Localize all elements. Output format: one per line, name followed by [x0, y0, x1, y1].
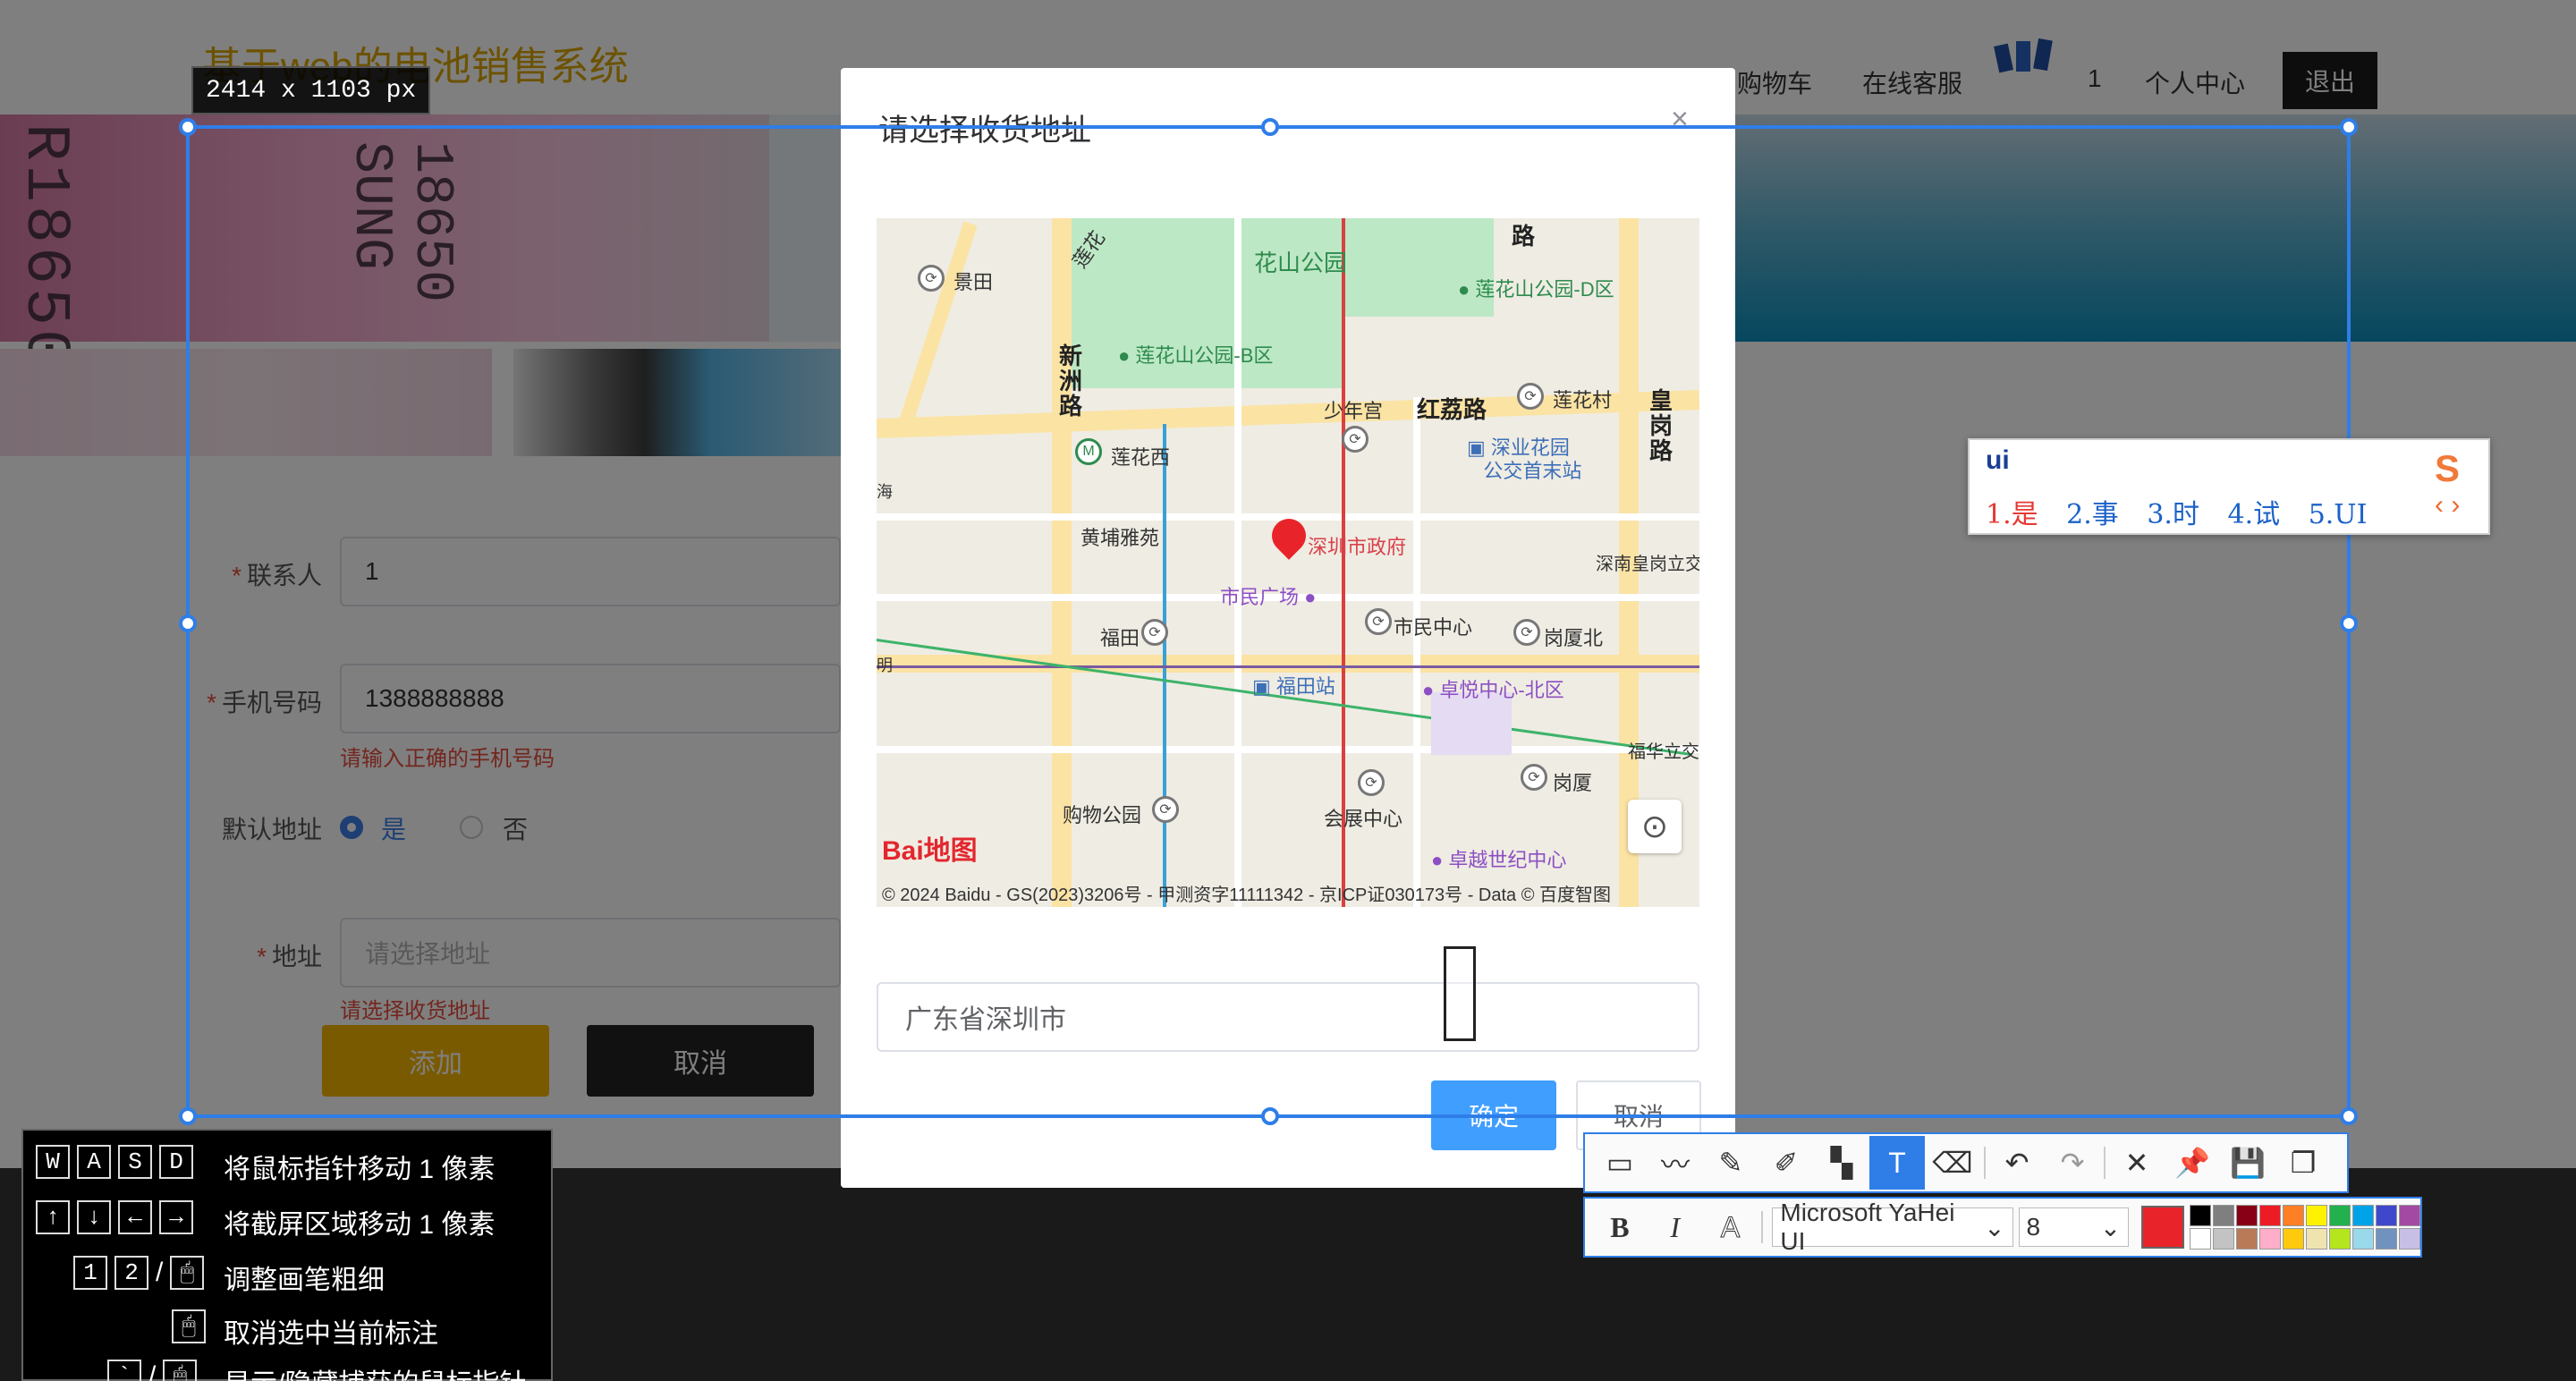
ime-candidates: 1.是 2.事 3.时 4.试 5.UI: [1986, 492, 2386, 531]
color-swatch[interactable]: [2236, 1228, 2258, 1250]
toolbar-divider: [1761, 1211, 1764, 1243]
color-swatch[interactable]: [2190, 1205, 2212, 1226]
annotation-toolbar: ▭ 〰 ✎ ✐ ▚ T ⌫ ↶ ↷ ✕ 📌 💾 ❐: [1583, 1132, 2349, 1193]
capture-size-readout: 2414 x 1103 px: [191, 66, 431, 114]
color-swatch[interactable]: [2283, 1205, 2305, 1226]
help-row-toggle-cursor: ` / 🖱: [107, 1360, 204, 1381]
color-swatch[interactable]: [2283, 1228, 2305, 1250]
capture-selection-rect[interactable]: [179, 118, 2358, 1125]
outline-text-button[interactable]: A: [1703, 1200, 1758, 1254]
resize-handle-bottom-left[interactable]: [179, 1107, 197, 1125]
ime-candidate-window: ui S 1.是 2.事 3.时 4.试 5.UI ‹ ›: [1968, 438, 2490, 535]
resize-handle-right[interactable]: [2340, 614, 2358, 632]
shortcut-help-panel: WASD 将鼠标指针移动 1 像素 ↑ ↓ ← → 将截屏区域移动 1 像素 1 2/🖱…: [21, 1129, 553, 1381]
help-text: 显示/隐藏捕获的鼠标指针: [224, 1361, 526, 1381]
resize-handle-top-right[interactable]: [2340, 118, 2358, 136]
text-style-bar: B I A Microsoft YaHei UI ⌄ 8 ⌄: [1583, 1197, 2422, 1258]
copy-icon[interactable]: ❐: [2275, 1136, 2331, 1190]
ime-candidate[interactable]: 4.试: [2228, 499, 2281, 530]
sogou-logo-icon: S: [2435, 447, 2461, 489]
resize-handle-left[interactable]: [179, 614, 197, 632]
ime-candidate[interactable]: 1.是: [1986, 499, 2038, 530]
color-swatch[interactable]: [2399, 1228, 2421, 1250]
color-swatch[interactable]: [2376, 1205, 2398, 1226]
ime-candidate[interactable]: 2.事: [2066, 499, 2119, 530]
help-row-pen-size: 1 2/🖱: [73, 1256, 211, 1290]
toolbar-divider: [1984, 1147, 1986, 1179]
color-swatch[interactable]: [2213, 1205, 2235, 1226]
marker-tool-icon[interactable]: ✐: [1758, 1136, 1814, 1190]
mouse-icon: 🖱: [163, 1360, 198, 1381]
help-row-deselect: 🖱: [172, 1309, 213, 1343]
color-swatch[interactable]: [2376, 1228, 2398, 1250]
color-swatch[interactable]: [2259, 1205, 2282, 1226]
color-swatch[interactable]: [2259, 1228, 2282, 1250]
undo-icon[interactable]: ↶: [1989, 1136, 2045, 1190]
redo-icon[interactable]: ↷: [2045, 1136, 2100, 1190]
ime-candidate[interactable]: 5.UI: [2309, 499, 2368, 530]
color-swatch[interactable]: [2352, 1228, 2375, 1250]
chevron-down-icon: ⌄: [2099, 1213, 2122, 1241]
chevron-down-icon: ⌄: [1984, 1213, 2005, 1241]
toolbar-divider: [2104, 1147, 2106, 1179]
help-row-move-region: ↑ ↓ ← →: [36, 1200, 200, 1234]
bold-button[interactable]: B: [1592, 1200, 1648, 1254]
save-icon[interactable]: 💾: [2220, 1136, 2275, 1190]
color-swatch[interactable]: [2329, 1205, 2351, 1226]
ime-composition: ui: [1986, 445, 2010, 475]
color-swatch[interactable]: [2306, 1205, 2328, 1226]
help-text: 将鼠标指针移动 1 像素: [224, 1155, 496, 1184]
polyline-tool-icon[interactable]: 〰: [1648, 1136, 1703, 1190]
mouse-icon: 🖱: [170, 1256, 205, 1290]
color-swatch[interactable]: [2352, 1205, 2375, 1226]
rectangle-tool-icon[interactable]: ▭: [1592, 1136, 1648, 1190]
help-text: 取消选中当前标注: [224, 1319, 438, 1349]
text-annotation-box[interactable]: [1444, 946, 1476, 1041]
resize-handle-bottom-right[interactable]: [2340, 1107, 2358, 1125]
help-row-move-pointer: WASD: [36, 1145, 200, 1179]
mouse-icon: 🖱: [172, 1309, 206, 1343]
resize-handle-top-left[interactable]: [179, 118, 197, 136]
ime-candidate[interactable]: 3.时: [2147, 499, 2199, 530]
pin-icon[interactable]: 📌: [2165, 1136, 2220, 1190]
resize-handle-bottom[interactable]: [1261, 1107, 1279, 1125]
text-tool-icon[interactable]: T: [1869, 1136, 1925, 1190]
mosaic-tool-icon[interactable]: ▚: [1814, 1136, 1869, 1190]
font-size-select[interactable]: 8 ⌄: [2018, 1207, 2130, 1247]
color-swatch[interactable]: [2213, 1228, 2235, 1250]
resize-handle-top[interactable]: [1261, 118, 1279, 136]
color-swatch[interactable]: [2306, 1228, 2328, 1250]
color-swatch[interactable]: [2190, 1228, 2212, 1250]
current-color-swatch[interactable]: [2141, 1206, 2185, 1249]
color-swatch[interactable]: [2329, 1228, 2351, 1250]
eraser-tool-icon[interactable]: ⌫: [1925, 1136, 1980, 1190]
help-text: 将截屏区域移动 1 像素: [224, 1210, 496, 1240]
help-text: 调整画笔粗细: [224, 1266, 385, 1295]
color-swatch[interactable]: [2236, 1205, 2258, 1226]
ime-page-arrows-icon[interactable]: ‹ ›: [2435, 490, 2460, 521]
color-palette: [2190, 1205, 2421, 1250]
color-swatch[interactable]: [2399, 1205, 2421, 1226]
italic-button[interactable]: I: [1648, 1200, 1703, 1254]
pen-tool-icon[interactable]: ✎: [1703, 1136, 1758, 1190]
font-family-select[interactable]: Microsoft YaHei UI ⌄: [1772, 1199, 2013, 1255]
close-icon[interactable]: ✕: [2109, 1136, 2165, 1190]
